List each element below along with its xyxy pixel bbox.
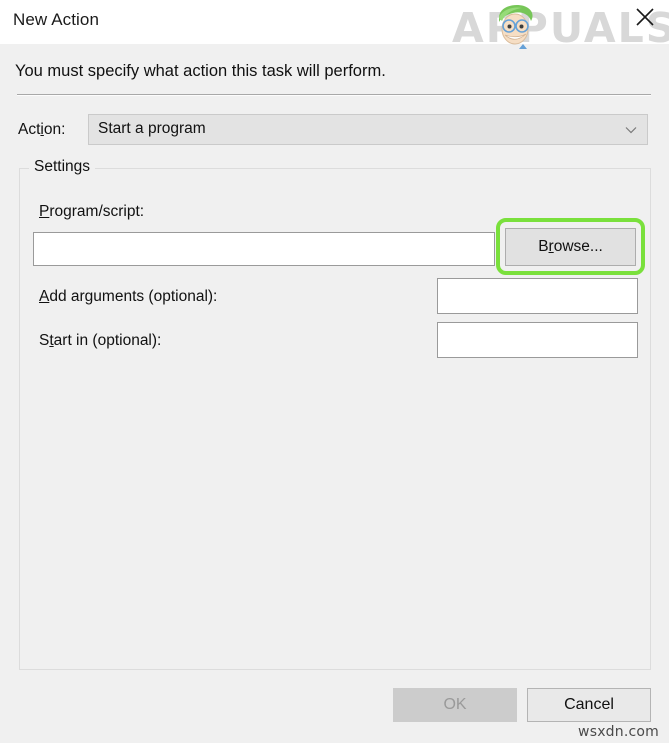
add-arguments-label-suffix: dd arguments (optional): (49, 288, 217, 305)
header-separator (17, 94, 651, 96)
program-script-label-suffix: rogram/script: (49, 203, 144, 220)
dialog-title-bar: New Action APPUALS (0, 0, 669, 44)
action-dropdown-value: Start a program (98, 120, 206, 138)
new-action-dialog: New Action APPUALS You (0, 0, 669, 743)
start-in-label: Start in (optional): (39, 332, 161, 350)
site-watermark: wsxdn.com (578, 724, 659, 740)
close-button[interactable] (627, 2, 663, 32)
start-in-input[interactable] (437, 322, 638, 358)
browse-button[interactable]: Browse... (505, 228, 636, 266)
appuals-mascot-icon (493, 2, 537, 50)
action-dropdown[interactable]: Start a program (88, 114, 648, 145)
action-label-prefix: Act (18, 121, 40, 138)
cancel-button[interactable]: Cancel (527, 688, 651, 722)
action-label: Action: (18, 121, 65, 139)
browse-label-prefix: B (538, 238, 548, 255)
program-script-label: Program/script: (39, 203, 144, 221)
program-script-label-mnemonic: P (39, 203, 49, 220)
browse-label-suffix: owse... (554, 238, 603, 255)
add-arguments-input[interactable] (437, 278, 638, 314)
ok-button[interactable]: OK (393, 688, 517, 722)
settings-group-label: Settings (29, 158, 95, 176)
program-script-input[interactable] (33, 232, 495, 266)
add-arguments-label: Add arguments (optional): (39, 288, 217, 306)
add-arguments-label-mnemonic: A (39, 288, 49, 305)
start-in-label-prefix: S (39, 332, 49, 349)
close-x-icon (634, 6, 656, 28)
chevron-down-icon (625, 124, 637, 136)
action-label-suffix: on: (44, 121, 66, 138)
page-title: New Action (13, 10, 99, 30)
start-in-label-suffix: art in (optional): (54, 332, 162, 349)
instruction-text: You must specify what action this task w… (15, 62, 386, 81)
